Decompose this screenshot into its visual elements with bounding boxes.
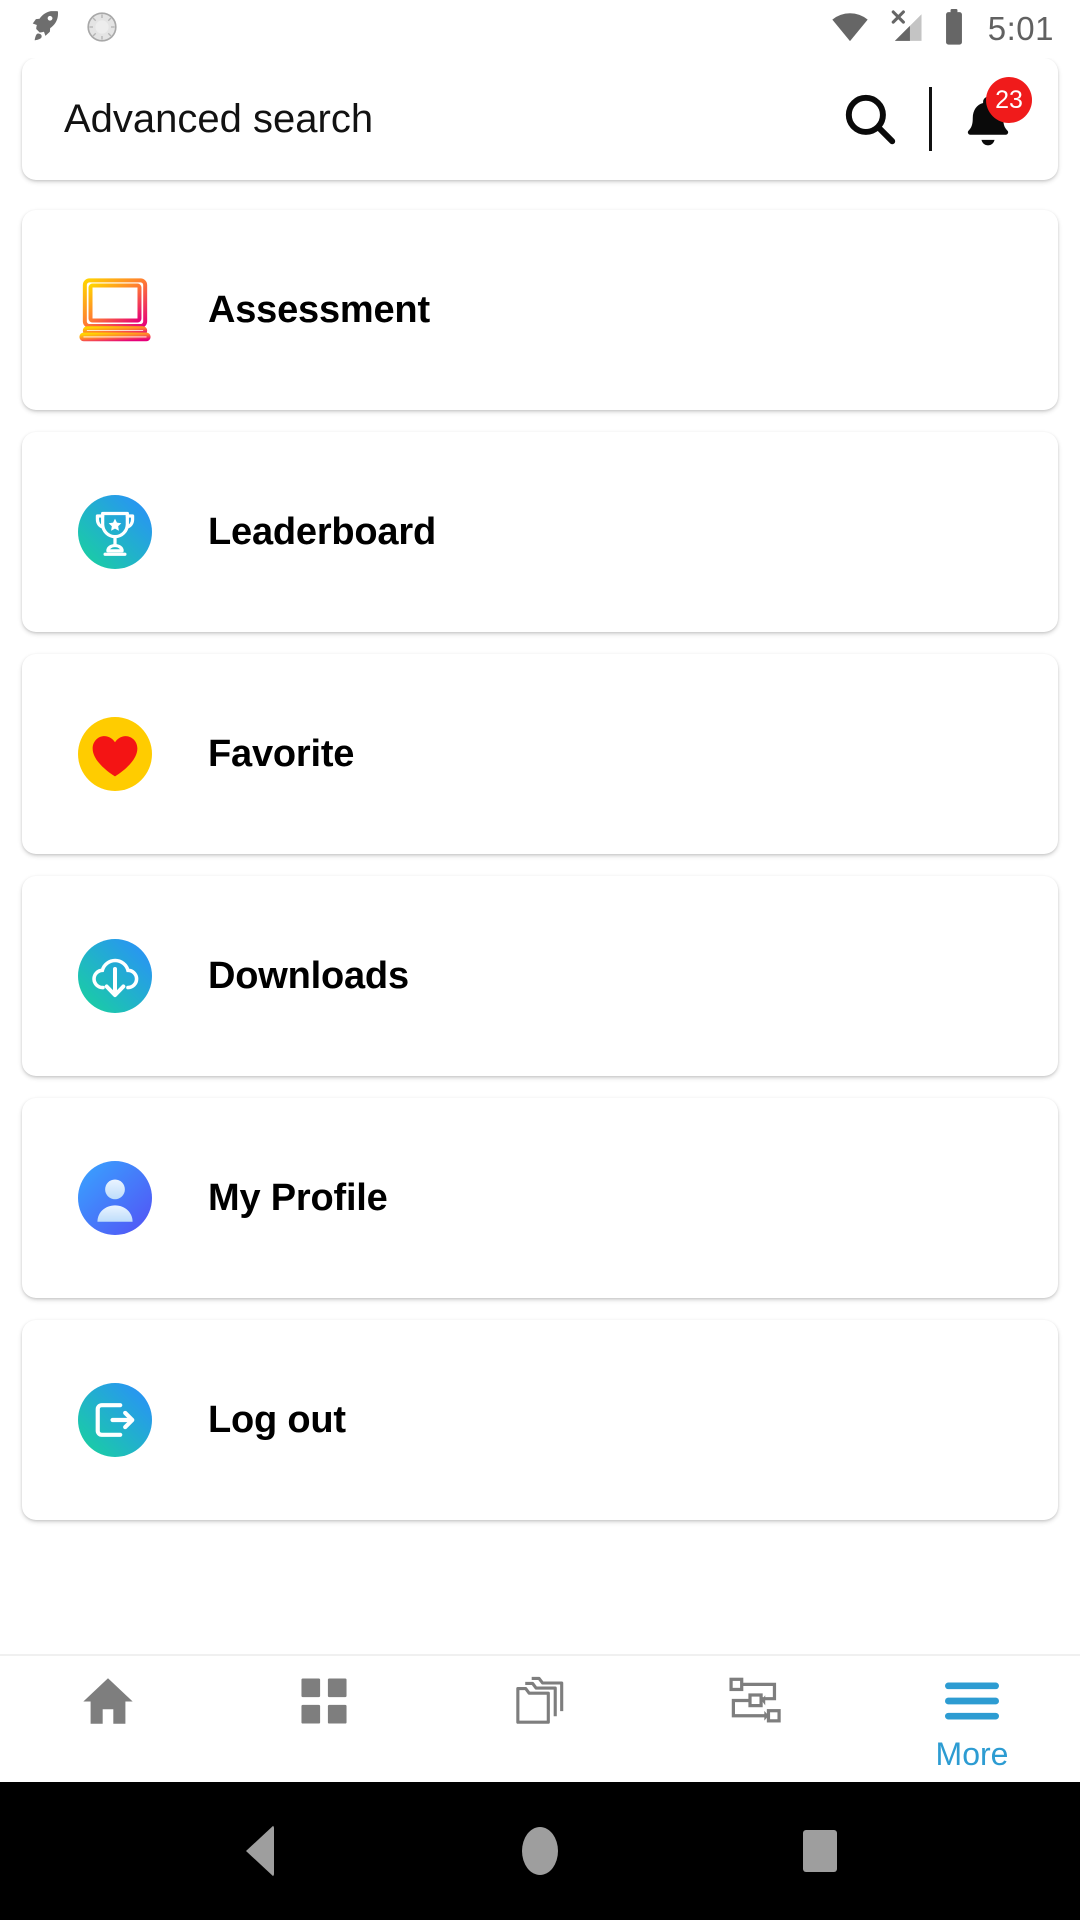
- cellular-no-signal-icon: [886, 9, 926, 50]
- wifi-icon: [830, 10, 870, 49]
- menu-item-downloads[interactable]: Downloads: [22, 876, 1058, 1076]
- status-bar: 5:01: [0, 0, 1080, 58]
- menu-item-label: Downloads: [208, 954, 409, 997]
- rocket-icon: [28, 8, 66, 51]
- home-circle-icon: [522, 1827, 558, 1875]
- workflow-icon: [726, 1670, 786, 1732]
- nav-item-home[interactable]: [0, 1670, 216, 1782]
- logout-icon: [78, 1383, 152, 1457]
- search-input[interactable]: Advanced search: [64, 97, 833, 142]
- bottom-navigation: More: [0, 1654, 1080, 1782]
- heart-icon: [78, 717, 152, 791]
- hamburger-menu-icon: [943, 1670, 1001, 1732]
- android-back-button[interactable]: [200, 1782, 320, 1920]
- menu-item-label: Leaderboard: [208, 510, 436, 553]
- android-home-button[interactable]: [480, 1782, 600, 1920]
- status-bar-clock: 5:01: [987, 10, 1054, 47]
- back-triangle-icon: [246, 1825, 274, 1877]
- android-recents-button[interactable]: [760, 1782, 880, 1920]
- app-screen: 5:01 Advanced search 23 Assessment Leade…: [0, 0, 1080, 1920]
- recents-square-icon: [803, 1830, 837, 1872]
- nav-item-dashboard[interactable]: [216, 1670, 432, 1782]
- main-content: Advanced search 23 Assessment Leaderboar…: [0, 58, 1080, 1654]
- grid-icon: [298, 1670, 350, 1732]
- menu-item-label: Log out: [208, 1398, 346, 1441]
- search-bar[interactable]: Advanced search 23: [22, 58, 1058, 180]
- menu-item-leaderboard[interactable]: Leaderboard: [22, 432, 1058, 632]
- search-actions: 23: [833, 77, 1032, 159]
- menu-item-log-out[interactable]: Log out: [22, 1320, 1058, 1520]
- notification-badge: 23: [986, 77, 1032, 123]
- menu-item-favorite[interactable]: Favorite: [22, 654, 1058, 854]
- android-system-navigation: [0, 1782, 1080, 1920]
- nav-item-label: More: [935, 1736, 1009, 1772]
- nav-item-workflow[interactable]: [648, 1670, 864, 1782]
- monitor-outline-icon: [78, 273, 152, 347]
- home-icon: [79, 1670, 137, 1732]
- vertical-divider: [929, 87, 932, 151]
- menu-item-label: Assessment: [208, 288, 430, 331]
- menu-item-assessment[interactable]: Assessment: [22, 210, 1058, 410]
- folders-icon: [510, 1670, 570, 1732]
- user-icon: [78, 1161, 152, 1235]
- cloud-download-icon: [78, 939, 152, 1013]
- trophy-icon: [78, 495, 152, 569]
- nav-item-folders[interactable]: [432, 1670, 648, 1782]
- clock-icon: [84, 9, 120, 50]
- battery-icon: [942, 8, 966, 51]
- menu-list: Assessment Leaderboard Favorite Download…: [0, 210, 1080, 1520]
- notification-button[interactable]: 23: [948, 77, 1032, 159]
- status-bar-left-icons: [28, 8, 120, 51]
- menu-item-label: Favorite: [208, 732, 355, 775]
- nav-item-more[interactable]: More: [864, 1670, 1080, 1782]
- status-bar-right-icons: 5:01: [830, 8, 1054, 51]
- menu-item-my-profile[interactable]: My Profile: [22, 1098, 1058, 1298]
- search-icon[interactable]: [833, 82, 907, 156]
- menu-item-label: My Profile: [208, 1176, 388, 1219]
